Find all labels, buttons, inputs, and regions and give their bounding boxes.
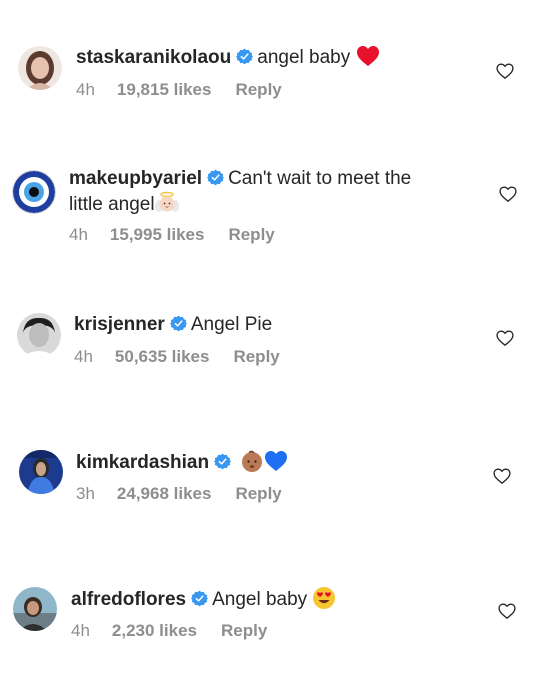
blue-heart-emoji-icon	[265, 451, 288, 471]
like-heart-icon[interactable]	[497, 601, 517, 621]
user-avatar[interactable]	[19, 450, 63, 494]
comment-meta: 4h 2,230 likes Reply	[71, 621, 267, 641]
timestamp: 4h	[69, 225, 88, 244]
user-avatar[interactable]	[17, 313, 61, 357]
likes-count[interactable]: 19,815 likes	[117, 80, 212, 99]
red-heart-emoji-icon	[356, 46, 379, 66]
reply-button[interactable]: Reply	[235, 80, 281, 99]
comment-text: angel baby	[257, 47, 351, 68]
verified-badge-icon	[207, 169, 224, 186]
verified-badge-icon	[236, 48, 253, 65]
verified-badge-icon	[214, 453, 231, 470]
like-heart-icon[interactable]	[495, 61, 515, 81]
reply-button[interactable]: Reply	[233, 347, 279, 366]
timestamp: 4h	[71, 621, 90, 640]
comment-text: Angel Pie	[190, 314, 273, 335]
user-avatar[interactable]	[12, 170, 56, 214]
comment-body: kimkardashian	[76, 449, 476, 475]
verified-badge-icon	[170, 315, 187, 332]
comment-meta: 3h 24,968 likes Reply	[76, 484, 282, 504]
username-link[interactable]: makeupbyariel	[69, 168, 202, 189]
heart-eyes-emoji-icon	[313, 587, 336, 609]
comment-body: makeupbyariel Can't wait to meet the litt…	[69, 166, 449, 217]
likes-count[interactable]: 50,635 likes	[115, 347, 210, 366]
reply-button[interactable]: Reply	[235, 484, 281, 503]
baby-emoji-icon	[242, 450, 263, 472]
verified-badge-icon	[191, 590, 208, 607]
comment-text: Angel baby	[212, 589, 308, 610]
reply-button[interactable]: Reply	[228, 225, 274, 244]
comment-body: alfredoflores Angel baby	[71, 586, 471, 612]
username-link[interactable]: kimkardashian	[76, 452, 209, 473]
comment-meta: 4h 19,815 likes Reply	[76, 80, 282, 100]
username-link[interactable]: staskaranikolaou	[76, 47, 231, 68]
comment-meta: 4h 50,635 likes Reply	[74, 347, 280, 367]
username-link[interactable]: alfredoflores	[71, 589, 186, 610]
like-heart-icon[interactable]	[498, 184, 518, 204]
timestamp: 4h	[74, 347, 93, 366]
like-heart-icon[interactable]	[495, 328, 515, 348]
baby-angel-emoji-icon	[154, 191, 179, 212]
comment-meta: 4h 15,995 likes Reply	[69, 225, 275, 245]
timestamp: 3h	[76, 484, 95, 503]
likes-count[interactable]: 24,968 likes	[117, 484, 212, 503]
like-heart-icon[interactable]	[492, 466, 512, 486]
timestamp: 4h	[76, 80, 95, 99]
comment-body: krisjenner Angel Pie	[74, 312, 474, 337]
likes-count[interactable]: 15,995 likes	[110, 225, 205, 244]
reply-button[interactable]: Reply	[221, 621, 267, 640]
username-link[interactable]: krisjenner	[74, 314, 165, 335]
comment-body: staskaranikolaou angel baby	[76, 44, 476, 70]
user-avatar[interactable]	[18, 46, 62, 90]
user-avatar[interactable]	[13, 587, 57, 631]
likes-count[interactable]: 2,230 likes	[112, 621, 197, 640]
